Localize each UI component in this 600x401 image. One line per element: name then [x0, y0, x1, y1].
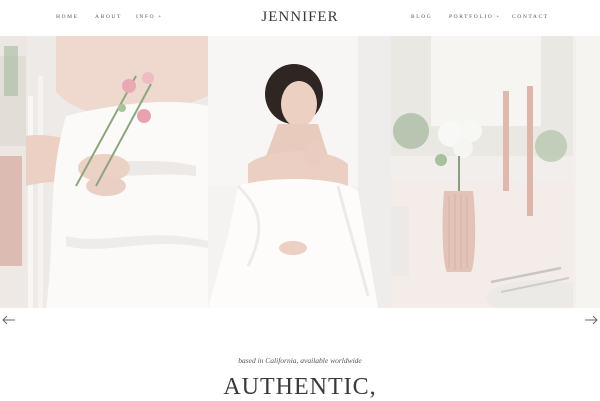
- top-navigation: HOME ABOUT INFO + JENNIFER BLOG PORTFOLIO…: [0, 0, 600, 36]
- nav-link-contact[interactable]: CONTACT: [512, 14, 549, 20]
- portfolio-dropdown-caret-icon: +: [496, 15, 501, 20]
- hero-headline: AUTHENTIC,: [223, 374, 377, 400]
- gallery-photo-partial-right: [573, 36, 600, 308]
- gallery-prev-arrow-icon[interactable]: [2, 315, 16, 325]
- gallery-photo-table-setting: [391, 36, 573, 308]
- nav-link-info[interactable]: INFO +: [136, 14, 163, 20]
- gallery-photo-bride-flowers: [26, 36, 208, 308]
- gallery-photo-partial-left: [0, 36, 26, 308]
- nav-link-about[interactable]: ABOUT: [95, 14, 122, 20]
- nav-link-portfolio[interactable]: PORTFOLIO +: [449, 14, 501, 20]
- site-logo-text[interactable]: JENNIFER: [261, 9, 338, 25]
- nav-link-info-label: INFO: [136, 14, 156, 20]
- nav-link-blog[interactable]: BLOG: [411, 14, 432, 20]
- gallery-photo-bride-portrait: [208, 36, 391, 308]
- site-logo: JENNIFER: [0, 9, 600, 26]
- nav-link-home[interactable]: HOME: [56, 14, 79, 20]
- photo-gallery-slider[interactable]: [0, 36, 600, 308]
- tagline-text: based in California, available worldwide: [238, 356, 362, 365]
- gallery-next-arrow-icon[interactable]: [584, 315, 598, 325]
- info-dropdown-caret-icon: +: [158, 15, 163, 20]
- nav-link-portfolio-label: PORTFOLIO: [449, 14, 494, 20]
